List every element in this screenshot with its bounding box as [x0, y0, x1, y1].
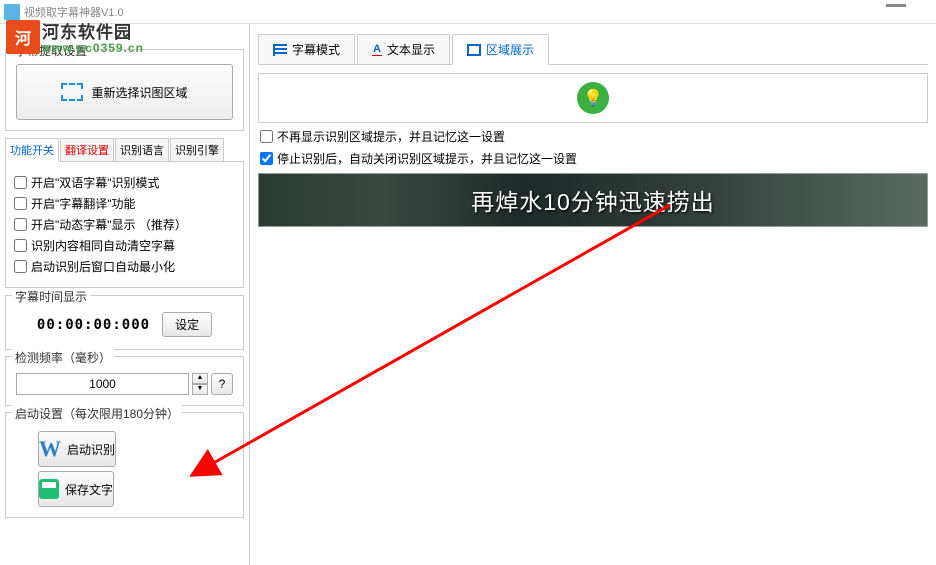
check-no-region-hint[interactable]: 不再显示识别区域提示，并且记忆这一设置: [260, 128, 926, 145]
lines-icon: [273, 44, 287, 56]
start-recognition-button[interactable]: W 启动识别: [38, 431, 116, 467]
frequency-input[interactable]: [16, 373, 189, 395]
bulb-icon: 💡: [577, 82, 609, 114]
w-icon: W: [39, 436, 61, 462]
freq-up-button[interactable]: ▲: [192, 373, 208, 384]
function-checks: 开启"双语字幕"识别模式 开启"字幕翻译"功能 开启"动态字幕"显示 （推荐） …: [5, 162, 244, 288]
start-label: 启动识别: [67, 441, 115, 458]
dashed-rect-icon: [61, 83, 83, 101]
tab-region-display[interactable]: 区域展示: [452, 34, 549, 65]
tab-language[interactable]: 识别语言: [115, 138, 169, 161]
freq-down-button[interactable]: ▼: [192, 384, 208, 395]
tab-subtitle-mode[interactable]: 字幕模式: [258, 34, 355, 64]
left-panel: 字幕提取设置 重新选择识图区域 功能开关 翻译设置 识别语言 识别引擎 开启"双…: [0, 24, 250, 565]
watermark-url: www.pc0359.cn: [42, 41, 144, 55]
video-subtitle-text: 再焯水10分钟迅速捞出: [471, 183, 715, 217]
check-minimize[interactable]: 启动识别后窗口自动最小化: [14, 258, 235, 275]
check-dynamic[interactable]: 开启"动态字幕"显示 （推荐）: [14, 216, 235, 233]
freq-group-title: 检测频率（毫秒）: [12, 349, 114, 366]
freq-help-button[interactable]: ?: [211, 373, 233, 395]
reselect-region-button[interactable]: 重新选择识图区域: [16, 64, 233, 120]
save-label: 保存文字: [65, 481, 113, 498]
watermark-logo-icon: 河: [6, 20, 40, 54]
tab-engine[interactable]: 识别引擎: [170, 138, 224, 161]
main-tabs: 字幕模式 A 文本显示 区域展示: [258, 34, 928, 65]
check-clear-same[interactable]: 识别内容相同自动清空字幕: [14, 237, 235, 254]
save-icon: [39, 479, 59, 499]
check-bilingual[interactable]: 开启"双语字幕"识别模式: [14, 174, 235, 191]
tab-function-switch[interactable]: 功能开关: [5, 138, 59, 162]
minimize-button[interactable]: [886, 4, 906, 7]
text-a-icon: A: [372, 43, 382, 56]
tab-text-display[interactable]: A 文本显示: [357, 34, 450, 64]
time-group-title: 字幕时间显示: [12, 288, 90, 305]
tab-translate-settings[interactable]: 翻译设置: [60, 138, 114, 161]
reselect-label: 重新选择识图区域: [91, 84, 187, 101]
check-close-region-hint[interactable]: 停止识别后，自动关闭识别区域提示，并且记忆这一设置: [260, 150, 926, 167]
video-preview-strip: 再焯水10分钟迅速捞出: [258, 173, 928, 227]
watermark-brand: 河东软件园: [42, 18, 144, 43]
right-panel: 字幕模式 A 文本显示 区域展示 💡 不再显示识别区域提示，并且记忆这一设置 停…: [250, 24, 936, 565]
watermark: 河 河东软件园 www.pc0359.cn: [6, 18, 144, 55]
startup-group-title: 启动设置（每次限用180分钟）: [12, 405, 182, 422]
time-set-button[interactable]: 设定: [162, 312, 212, 337]
time-display: 00:00:00:000: [37, 317, 150, 333]
save-text-button[interactable]: 保存文字: [38, 471, 114, 507]
check-translate[interactable]: 开启"字幕翻译"功能: [14, 195, 235, 212]
preview-header: 💡: [258, 73, 928, 123]
settings-sub-tabs: 功能开关 翻译设置 识别语言 识别引擎: [5, 138, 244, 162]
region-icon: [467, 44, 481, 56]
